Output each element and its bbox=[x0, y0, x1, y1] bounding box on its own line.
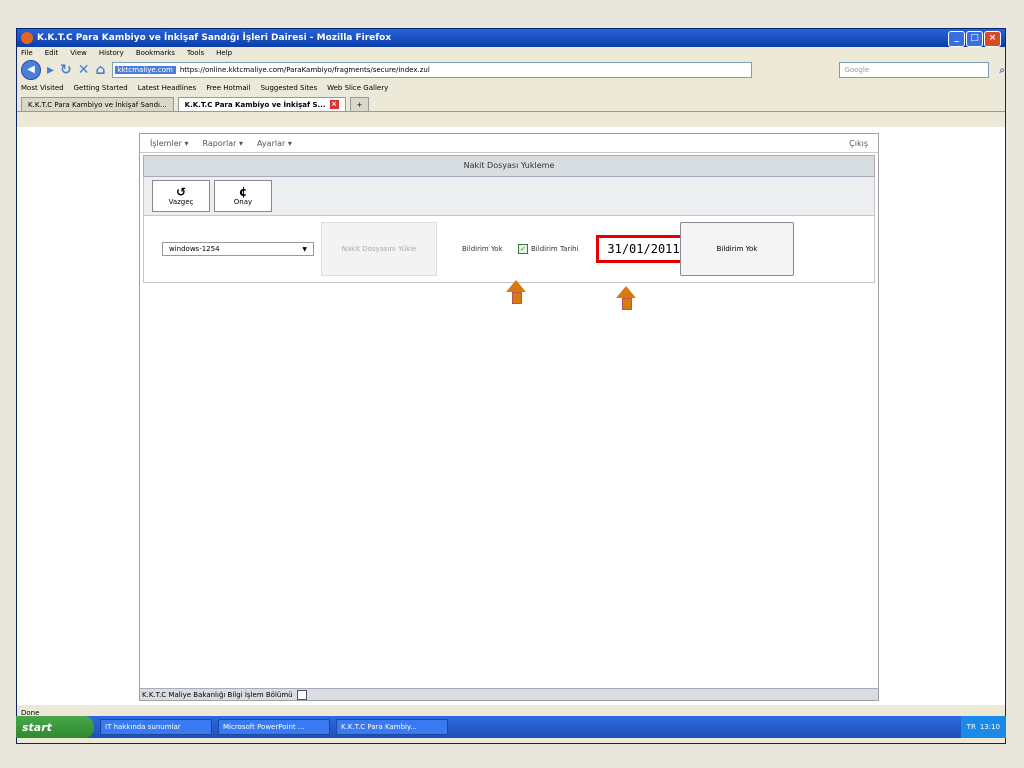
app-menu-bar: İşlemler ▾ Raporlar ▾ Ayarlar ▾ Çıkış bbox=[140, 134, 878, 153]
title-bar: K.K.T.C Para Kambiyo ve İnkişaf Sandığı … bbox=[17, 29, 1005, 47]
tab-active[interactable]: K.K.T.C Para Kambiyo ve İnkişaf S... × bbox=[177, 97, 346, 111]
chevron-down-icon: ▼ bbox=[302, 245, 307, 253]
taskbar-item-folder[interactable]: IT hakkında sunumlar bbox=[100, 719, 212, 735]
confirm-icon: ¢ bbox=[238, 185, 248, 199]
bookmark-latest-headlines[interactable]: Latest Headlines bbox=[138, 84, 196, 92]
back-button[interactable]: ◀ bbox=[21, 60, 41, 80]
minimize-button[interactable]: _ bbox=[948, 31, 965, 47]
language-indicator[interactable]: TR bbox=[967, 723, 976, 731]
notification-button[interactable]: Bildirim Yok bbox=[680, 222, 794, 276]
tab-strip: K.K.T.C Para Kambiyo ve İnkişaf Sandı...… bbox=[17, 95, 1005, 112]
system-tray: TR 13:10 bbox=[960, 716, 1006, 738]
notification-date-label: Bildirim Tarihi bbox=[531, 245, 579, 253]
confirm-label: Onay bbox=[233, 198, 253, 206]
reload-icon[interactable]: ↻ bbox=[60, 62, 72, 78]
encoding-value: windows-1254 bbox=[169, 245, 220, 253]
menu-islemler[interactable]: İşlemler ▾ bbox=[150, 139, 188, 148]
page-content: İşlemler ▾ Raporlar ▾ Ayarlar ▾ Çıkış Na… bbox=[17, 127, 1005, 705]
notification-date-field[interactable]: 31/01/2011 bbox=[596, 235, 691, 263]
menu-bar: File Edit View History Bookmarks Tools H… bbox=[17, 47, 1005, 59]
taskbar-item-label: K.K.T.C Para Kambiy... bbox=[341, 723, 417, 731]
browser-window: K.K.T.C Para Kambiyo ve İnkişaf Sandığı … bbox=[16, 28, 1006, 744]
tab-first[interactable]: K.K.T.C Para Kambiyo ve İnkişaf Sandı... bbox=[21, 97, 174, 111]
firefox-icon bbox=[21, 32, 33, 44]
tab-close-icon[interactable]: × bbox=[329, 100, 339, 109]
bookmarks-toolbar: Most Visited Getting Started Latest Head… bbox=[17, 81, 1005, 95]
clock: 13:10 bbox=[979, 723, 1000, 731]
upload-file-button[interactable]: Nakit Dosyasını Yükle bbox=[321, 222, 437, 276]
confirm-button[interactable]: ¢ Onay bbox=[214, 180, 272, 212]
taskbar: start IT hakkında sunumlar Microsoft Pow… bbox=[16, 716, 1006, 738]
upload-form: windows-1254 ▼ Nakit Dosyasını Yükle Bil… bbox=[143, 216, 875, 283]
arrow-stem bbox=[622, 298, 632, 310]
footer-checkbox[interactable] bbox=[296, 689, 307, 700]
new-tab-button[interactable]: + bbox=[349, 97, 370, 111]
navigation-bar: ◀ ▸ ↻ ✕ ⌂ kktcmaliye.com https://online.… bbox=[17, 59, 1005, 81]
site-identity[interactable]: kktcmaliye.com bbox=[114, 66, 176, 74]
search-input[interactable]: Google bbox=[839, 62, 990, 78]
notification-status: Bildirim Yok bbox=[462, 245, 503, 253]
window-title: K.K.T.C Para Kambiyo ve İnkişaf Sandığı … bbox=[37, 33, 392, 43]
taskbar-item-label: Microsoft PowerPoint ... bbox=[223, 723, 305, 731]
cancel-button[interactable]: ↺ Vazgeç bbox=[152, 180, 210, 212]
arrow-stem bbox=[512, 292, 522, 304]
panel-toolbar: ↺ Vazgeç ¢ Onay bbox=[143, 177, 875, 216]
bookmark-getting-started[interactable]: Getting Started bbox=[74, 84, 128, 92]
close-button[interactable]: × bbox=[984, 31, 1001, 47]
panel-title: Nakit Dosyası Yukleme bbox=[143, 155, 875, 177]
encoding-select[interactable]: windows-1254 ▼ bbox=[162, 242, 314, 256]
bookmark-most-visited[interactable]: Most Visited bbox=[21, 84, 64, 92]
bookmark-suggested-sites[interactable]: Suggested Sites bbox=[261, 84, 318, 92]
bookmark-web-slice-gallery[interactable]: Web Slice Gallery bbox=[327, 84, 388, 92]
cancel-label: Vazgeç bbox=[168, 198, 194, 206]
tab-first-label: K.K.T.C Para Kambiyo ve İnkişaf Sandı... bbox=[28, 100, 167, 109]
logout-link[interactable]: Çıkış bbox=[849, 139, 868, 148]
menu-edit[interactable]: Edit bbox=[45, 49, 59, 57]
start-button[interactable]: start bbox=[16, 716, 94, 738]
menu-history[interactable]: History bbox=[99, 49, 124, 57]
app-frame: İşlemler ▾ Raporlar ▾ Ayarlar ▾ Çıkış Na… bbox=[139, 133, 879, 701]
search-icon[interactable]: ⌕ bbox=[999, 65, 1005, 76]
forward-icon[interactable]: ▸ bbox=[47, 62, 54, 78]
menu-raporlar[interactable]: Raporlar ▾ bbox=[202, 139, 243, 148]
taskbar-item-powerpoint[interactable]: Microsoft PowerPoint ... bbox=[218, 719, 330, 735]
url-text: https://online.kktcmaliye.com/ParaKambiy… bbox=[179, 66, 430, 74]
footer-text: K.K.T.C Maliye Bakanlığı Bilgi İşlem Böl… bbox=[142, 690, 293, 699]
taskbar-item-label: IT hakkında sunumlar bbox=[105, 723, 181, 731]
app-footer: K.K.T.C Maliye Bakanlığı Bilgi İşlem Böl… bbox=[140, 688, 878, 700]
arrow-up-icon bbox=[616, 286, 636, 298]
stop-icon[interactable]: ✕ bbox=[78, 62, 90, 78]
menu-bookmarks[interactable]: Bookmarks bbox=[136, 49, 175, 57]
menu-help[interactable]: Help bbox=[216, 49, 232, 57]
undo-icon: ↺ bbox=[175, 185, 187, 199]
menu-view[interactable]: View bbox=[70, 49, 87, 57]
menu-ayarlar[interactable]: Ayarlar ▾ bbox=[257, 139, 292, 148]
start-label: start bbox=[22, 720, 52, 734]
bookmark-free-hotmail[interactable]: Free Hotmail bbox=[206, 84, 250, 92]
tab-active-label: K.K.T.C Para Kambiyo ve İnkişaf S... bbox=[184, 100, 326, 109]
notification-date-checkbox[interactable]: ✓ bbox=[518, 244, 528, 254]
home-icon[interactable]: ⌂ bbox=[96, 62, 106, 78]
taskbar-item-firefox[interactable]: K.K.T.C Para Kambiy... bbox=[336, 719, 448, 735]
menu-tools[interactable]: Tools bbox=[187, 49, 204, 57]
menu-file[interactable]: File bbox=[21, 49, 33, 57]
arrow-up-icon bbox=[506, 280, 526, 292]
maximize-button[interactable]: □ bbox=[966, 31, 983, 47]
address-bar[interactable]: kktcmaliye.com https://online.kktcmaliye… bbox=[111, 62, 752, 78]
